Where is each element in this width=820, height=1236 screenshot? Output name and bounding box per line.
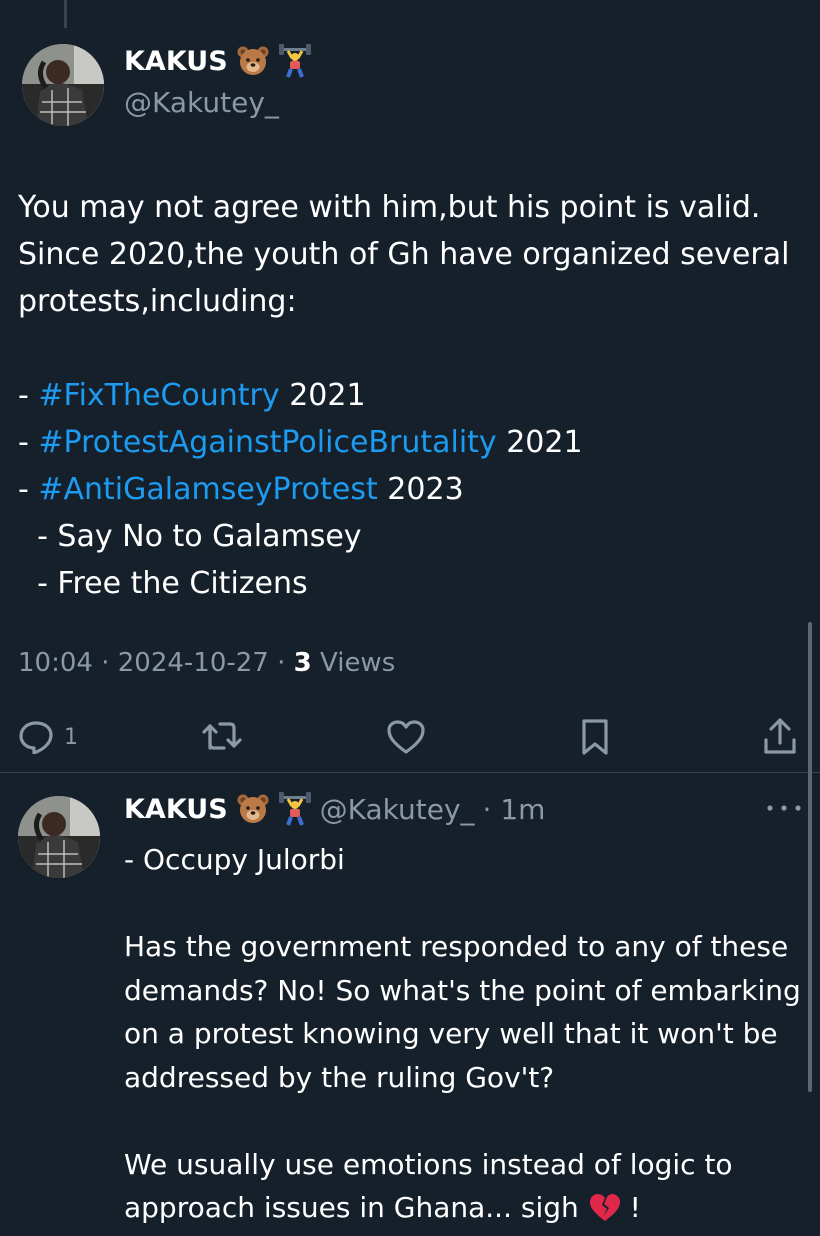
reply-text-line: addressed by the ruling Gov't? [124,1056,814,1100]
reply-text-segment: Has the government responded to any of t… [124,930,789,963]
reply-text-segment: addressed by the ruling Gov't? [124,1060,555,1094]
reply-author-row[interactable]: KAKUS @Kakutey_ · 1m [124,792,545,826]
tweet-text-line [18,325,818,372]
weightlifter-emoji [278,792,312,826]
tweet-text-segment: 2021 [279,378,366,413]
more-icon [767,805,801,811]
reply-text-line: - Occupy Julorbi [124,838,814,882]
meta-separator: · [277,648,286,678]
reply-text-line: Has the government responded to any of t… [124,925,814,969]
bear-emoji [236,792,270,826]
reply-text-segment: We usually use emotions instead of logic… [124,1147,733,1181]
more-options-button[interactable] [764,798,804,818]
reply-text-segment: on a protest knowing very well that it w… [124,1017,778,1050]
tweet-text-line: protests,including: [18,278,818,325]
hashtag-link[interactable]: #FixTheCountry [38,378,279,413]
reply-text: - Occupy Julorbi Has the government respo… [124,838,814,1230]
tweet-text-line: - #FixTheCountry 2021 [18,372,818,419]
reply-author-name[interactable]: KAKUS [124,794,228,825]
reply-text-line [124,882,814,926]
tweet-text-segment: - [18,378,39,413]
tweet-text-segment: You may not agree with him,but his point… [18,190,761,225]
like-button[interactable] [386,719,426,755]
bookmark-button[interactable] [580,718,610,756]
tweet-text-segment: - Free the Citizens [18,566,308,601]
tweet-text-line: Since 2020,the youth of Gh have organize… [18,231,818,278]
reply-text-line: on a protest knowing very well that it w… [124,1012,814,1056]
tweet-text-segment: Since 2020,the youth of Gh have organize… [18,237,790,272]
tweet-text-segment: - [18,472,39,507]
reply-text-segment: - Occupy Julorbi [124,843,345,876]
tweet-text-segment: 2023 [377,472,464,507]
tweet-text: You may not agree with him,but his point… [18,184,818,607]
scrollbar[interactable] [808,622,812,1092]
tweet-text-segment: - [18,425,39,460]
reply-text-line: approach issues in Ghana... sigh ! [124,1186,814,1230]
reply-author-handle[interactable]: @Kakutey_ [320,793,475,826]
reply-avatar[interactable] [18,796,100,878]
reply-text-trailing: ! [620,1191,641,1224]
tweet-actions-bar: 1 [0,708,820,764]
retweet-button[interactable] [200,718,244,754]
tweet-text-segment: - Say No to Galamsey [18,519,362,554]
bookmark-icon [582,719,608,755]
tweet-text-line: - Say No to Galamsey [18,513,818,560]
thread-connector-line [64,0,67,28]
reply-icon [19,721,53,754]
tweet-text-line: - #ProtestAgainstPoliceBrutality 2021 [18,419,818,466]
meta-separator: · [101,648,110,678]
reply-text-segment: demands? No! So what's the point of emba… [124,973,801,1007]
hashtag-link[interactable]: #ProtestAgainstPoliceBrutality [38,425,496,460]
reply-text-line: We usually use emotions instead of logic… [124,1143,814,1187]
tweet-text-line: - #AntiGalamseyProtest 2023 [18,466,818,513]
reply-button[interactable]: 1 [18,720,78,754]
author-name[interactable]: KAKUS [124,46,228,77]
author-name-row[interactable]: KAKUS [124,44,312,78]
tweet-meta: 10:04 · 2024-10-27 · 3 Views [18,648,395,678]
tweet-time[interactable]: 10:04 [18,648,93,678]
reply-text-segment: approach issues in Ghana... sigh [124,1191,579,1224]
author-handle[interactable]: @Kakutey_ [124,86,279,119]
heart-icon [387,720,425,754]
share-button[interactable] [762,716,798,756]
tweet-text-segment: protests,including: [18,284,297,319]
reply-text-line [124,1099,814,1143]
weightlifter-emoji [278,44,312,78]
divider [0,772,820,773]
tweet-text-line: You may not agree with him,but his point… [18,184,818,231]
retweet-icon [202,722,242,750]
reply-count: 1 [64,724,78,750]
broken-heart-emoji [589,1192,621,1236]
share-icon [764,718,796,754]
views-count: 3 [293,648,312,678]
reply-time-ago[interactable]: · 1m [483,793,546,826]
views-label: Views [320,648,396,678]
hashtag-link[interactable]: #AntiGalamseyProtest [38,472,377,507]
bear-emoji [236,44,270,78]
reply-text-line: demands? No! So what's the point of emba… [124,969,814,1013]
tweet-text-segment: 2021 [496,425,583,460]
avatar[interactable] [22,44,104,126]
tweet-date[interactable]: 2024-10-27 [118,648,269,678]
tweet-text-line: - Free the Citizens [18,560,818,607]
